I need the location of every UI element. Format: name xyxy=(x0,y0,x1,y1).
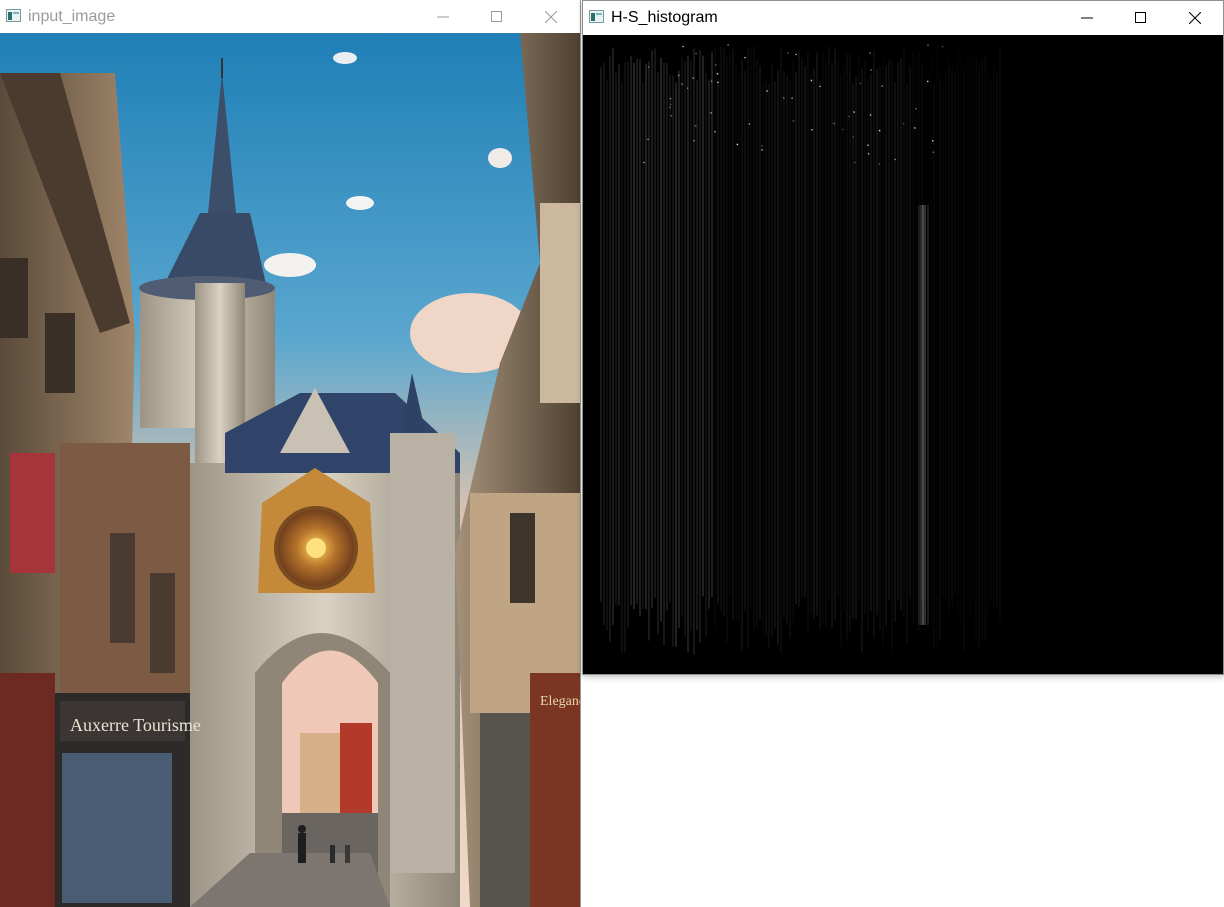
minimize-button[interactable] xyxy=(420,0,466,33)
histogram-dot xyxy=(791,97,793,99)
maximize-button[interactable] xyxy=(1118,1,1164,34)
histogram-dot xyxy=(867,152,870,155)
histogram-dot xyxy=(647,66,650,68)
histogram-dot xyxy=(766,90,769,92)
histogram-dot xyxy=(931,140,934,142)
histogram-dot xyxy=(727,44,729,46)
minimize-icon xyxy=(1081,17,1093,19)
histogram-dot xyxy=(841,128,844,131)
histogram-dot xyxy=(811,128,813,131)
histogram-dot xyxy=(853,161,856,164)
histogram-dot xyxy=(926,80,929,83)
histogram-dot xyxy=(853,111,855,113)
histogram-dot xyxy=(686,87,689,90)
histogram-dot xyxy=(647,138,649,141)
histogram-dot xyxy=(867,144,869,147)
histogram-dot xyxy=(748,123,751,125)
histogram-dot xyxy=(682,45,684,48)
histogram-dot xyxy=(744,56,746,59)
histogram-view xyxy=(583,35,1223,674)
histogram-dot xyxy=(681,83,683,85)
histogram-dot xyxy=(859,82,862,85)
histogram-dot xyxy=(736,143,739,146)
histogram-titlebar[interactable]: H-S_histogram xyxy=(583,1,1223,34)
histogram-dot xyxy=(692,77,695,79)
histogram-dot xyxy=(643,161,645,164)
minimize-button[interactable] xyxy=(1064,1,1110,34)
maximize-icon xyxy=(1135,12,1146,23)
histogram-dot xyxy=(716,73,719,75)
histogram-dot xyxy=(782,97,785,99)
histogram-dot xyxy=(669,106,671,109)
histogram-dot xyxy=(869,114,872,116)
histogram-dot xyxy=(795,53,797,56)
histogram-dot xyxy=(669,103,672,106)
histogram-window[interactable]: H-S_histogram xyxy=(582,0,1224,675)
histogram-dot xyxy=(869,52,871,54)
input-image-titlebar[interactable]: input_image xyxy=(0,0,580,33)
close-icon xyxy=(1189,12,1201,24)
histogram-dot xyxy=(714,130,716,133)
histogram-dot xyxy=(927,44,929,47)
input-image-window[interactable]: input_image Auxerre Tourisme Elegan xyxy=(0,0,581,907)
histogram-dot xyxy=(761,149,763,151)
histogram-dot xyxy=(819,85,821,88)
histogram-dot xyxy=(810,79,813,82)
maximize-button[interactable] xyxy=(474,0,520,33)
histogram-dot xyxy=(694,125,697,127)
app-window-icon xyxy=(6,9,21,22)
close-icon xyxy=(545,11,557,23)
window-title: H-S_histogram xyxy=(611,9,718,26)
histogram-dot xyxy=(833,122,835,125)
histogram-dot xyxy=(787,52,789,54)
app-window-icon xyxy=(589,10,604,23)
histogram-dot xyxy=(693,139,695,142)
histogram-dot xyxy=(878,163,881,165)
histogram-dot xyxy=(932,151,935,154)
histogram-dot xyxy=(848,115,850,118)
histogram-dot xyxy=(710,80,713,82)
histogram-dot xyxy=(913,127,916,129)
histogram-dot xyxy=(902,122,905,125)
histogram-dot xyxy=(677,74,680,77)
minimize-icon xyxy=(437,16,449,18)
input-image-view: Auxerre Tourisme Elegance xyxy=(0,33,580,907)
histogram-dot xyxy=(670,114,673,117)
histogram-dot xyxy=(894,158,896,161)
histogram-dot xyxy=(870,69,872,71)
histogram-dot xyxy=(710,112,712,114)
maximize-icon xyxy=(491,11,502,22)
histogram-dot xyxy=(941,45,944,48)
clock-tower-photo: Auxerre Tourisme Elegance xyxy=(0,33,580,907)
histogram-dot xyxy=(915,107,917,110)
close-button[interactable] xyxy=(528,0,574,33)
close-button[interactable] xyxy=(1172,1,1218,34)
histogram-dot xyxy=(695,52,697,55)
histogram-dot xyxy=(852,136,855,138)
histogram-dot xyxy=(714,64,717,66)
histogram-dot xyxy=(792,120,795,122)
window-title: input_image xyxy=(28,8,116,25)
shop-sign-right-text: Elegance xyxy=(540,694,580,709)
histogram-dot xyxy=(881,85,883,87)
histogram-dot xyxy=(878,129,881,132)
histogram-dot xyxy=(761,145,763,147)
shop-sign-text: Auxerre Tourisme xyxy=(70,715,201,735)
hs-histogram-image xyxy=(583,35,1223,674)
histogram-dot xyxy=(669,97,672,100)
histogram-dot xyxy=(717,81,719,84)
